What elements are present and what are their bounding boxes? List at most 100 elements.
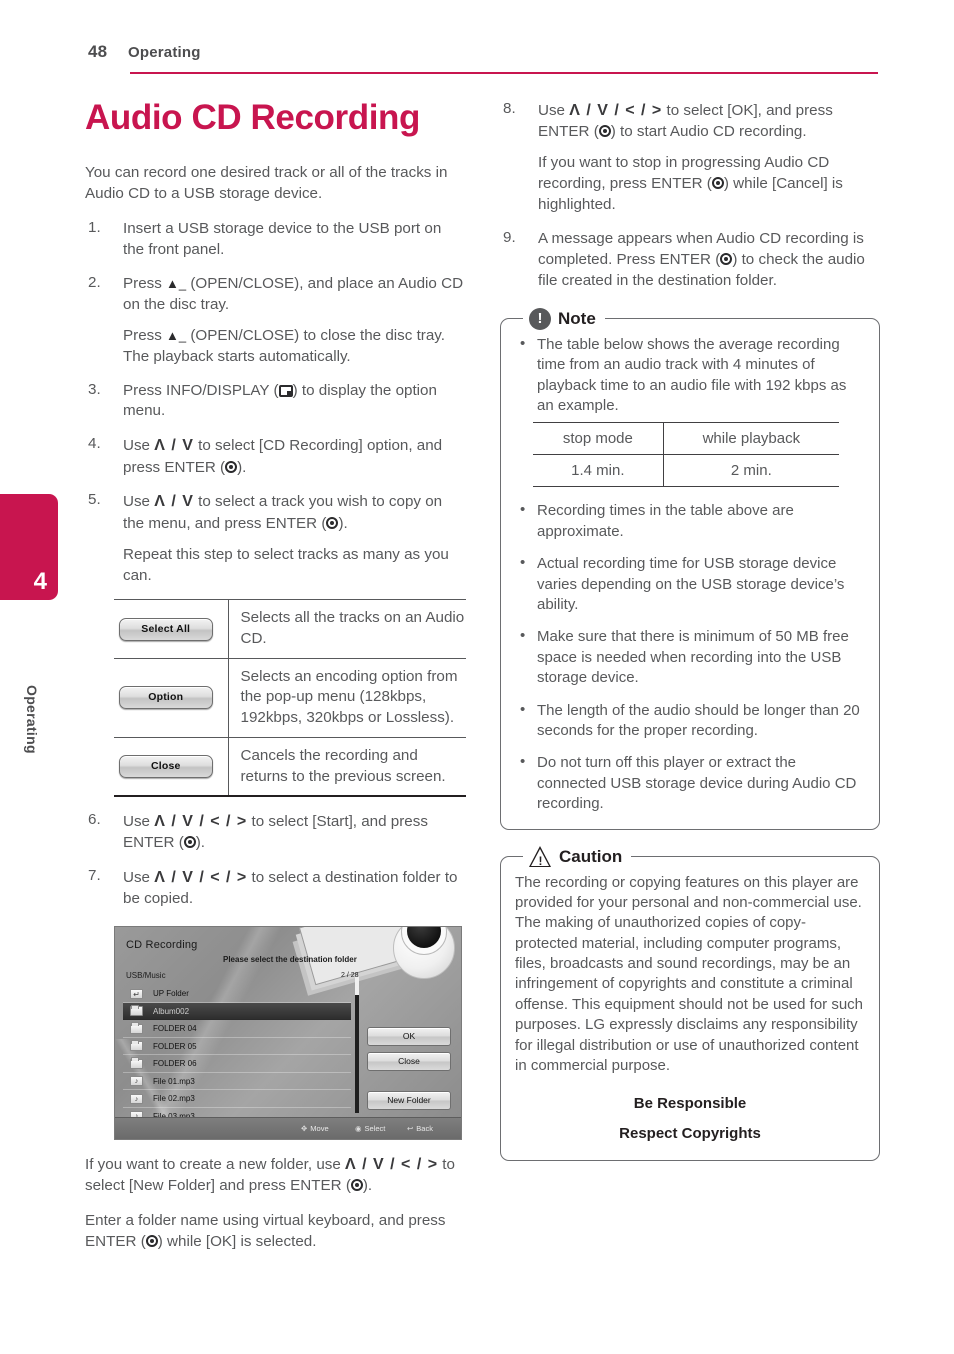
step-item: 6. Use Λ / V / < / > to select [Start], a…	[85, 811, 465, 854]
step-number: 3.	[88, 380, 101, 398]
button-cell: Option	[114, 658, 229, 738]
status-item: ✥ Move	[301, 1124, 329, 1133]
step-number: 9.	[503, 228, 516, 246]
figure-status-bar: ✥ Move ◉ Select ↩ Back	[115, 1117, 461, 1140]
step-text: Use Λ / V to select [CD Recording] optio…	[123, 437, 443, 476]
step-number: 2.	[88, 273, 101, 291]
table-cell: 2 min.	[663, 454, 839, 488]
chapter-tab-label: Operating	[24, 685, 40, 754]
caution-body: The recording or copying features on thi…	[515, 873, 864, 1075]
step-item: 2. Press ▲_ (OPEN/CLOSE), and place an Au…	[85, 274, 465, 368]
list-item-label: FOLDER 04	[153, 1024, 197, 1034]
list-item[interactable]: ↵ UP Folder	[123, 985, 351, 1003]
note-bullets-before: The table below shows the average record…	[515, 334, 865, 417]
music-file-icon: ♪	[130, 1093, 143, 1104]
dpad-keys: Λ / V / < / >	[154, 869, 248, 887]
list-item[interactable]: FOLDER 04	[123, 1020, 351, 1038]
list-item-label: File 02.mp3	[153, 1094, 195, 1104]
steps-list-left-2: 6. Use Λ / V / < / > to select [Start], a…	[85, 811, 465, 910]
intro-paragraph: You can record one desired track or all …	[85, 163, 448, 202]
figure-note-text: Enter a folder name using virtual keyboa…	[85, 1212, 446, 1251]
info-display-icon	[278, 384, 293, 397]
on-screen-button-table: Select All Selects all the tracks on an A…	[114, 599, 466, 798]
ui-button-graphic: Select All	[118, 617, 213, 641]
step-text: If you want to stop in progressing Audio…	[538, 154, 843, 213]
list-item[interactable]: ♪ File 02.mp3	[123, 1090, 351, 1108]
step-item: 5. Use Λ / V to select a track you wish t…	[85, 491, 465, 586]
eject-icon: ▲_	[166, 275, 187, 291]
header-rule	[130, 72, 878, 74]
left-column: Audio CD Recording You can record one de…	[85, 98, 466, 1267]
figure-subtitle: Please select the destination folder	[223, 955, 357, 965]
figure-button-group: OK Close New Folder	[367, 1027, 451, 1116]
button-cell: Select All	[114, 599, 229, 659]
step-text: A message appears when Audio CD recordin…	[538, 229, 865, 289]
recording-time-table: stop mode while playback 1.4 min. 2 min.	[533, 422, 839, 488]
table-row: Option Selects an encoding option from th…	[114, 658, 466, 738]
list-item[interactable]: FOLDER 06	[123, 1055, 351, 1073]
table-cell: 1.4 min.	[533, 454, 664, 488]
list-item[interactable]: Album002	[123, 1002, 351, 1021]
list-item-label: FOLDER 06	[153, 1059, 197, 1069]
figure-button-ok[interactable]: OK	[367, 1027, 451, 1047]
dpad-keys: Λ / V / < / >	[154, 813, 248, 831]
step-text: Use Λ / V / < / > to select [Start], and…	[123, 813, 428, 852]
page-number: 48	[88, 42, 108, 61]
figure-path: USB/Music	[126, 971, 166, 981]
list-item-label: Album002	[153, 1006, 190, 1016]
page-header: 48 Operating	[0, 42, 954, 82]
list-item-label: File 01.mp3	[153, 1076, 195, 1086]
right-column: 8. Use Λ / V / < / > to select [OK], and …	[500, 100, 880, 1177]
enter-icon	[326, 516, 339, 529]
step-number: 5.	[88, 491, 101, 509]
bullet-item: Recording times in the table above are a…	[515, 500, 865, 542]
status-item: ↩ Back	[407, 1124, 433, 1133]
figure-button-new-folder[interactable]: New Folder	[367, 1091, 451, 1111]
chapter-title: Operating	[128, 44, 201, 61]
figure-scrollbar-thumb[interactable]	[355, 977, 359, 996]
step-item: 1. Insert a USB storage device to the USB…	[85, 219, 465, 261]
status-item: ◉ Select	[355, 1124, 385, 1133]
caution-label: Caution	[559, 846, 623, 866]
folder-icon	[130, 1057, 143, 1069]
note-box: ! Note The table below shows the average…	[500, 305, 880, 830]
page-title: Audio CD Recording	[85, 98, 421, 137]
table-row: Select All Selects all the tracks on an A…	[114, 599, 466, 659]
step-number: 8.	[503, 100, 516, 117]
list-item[interactable]: ♪ File 01.mp3	[123, 1073, 351, 1091]
ui-button-graphic: Close	[118, 754, 213, 779]
step-number: 7.	[88, 867, 101, 885]
bullet-item: The length of the audio should be longer…	[515, 700, 865, 742]
bullet-item: Do not turn off this player or extract t…	[515, 752, 865, 814]
folder-icon	[130, 1039, 143, 1052]
step-text: Use Λ / V / < / > to select a destinatio…	[123, 869, 458, 908]
step-text: Insert a USB storage device to the USB p…	[123, 219, 442, 258]
dpad-icon: ✥	[301, 1124, 308, 1134]
status-label: Back	[416, 1124, 433, 1134]
figure-title: CD Recording	[126, 939, 198, 952]
button-description: Selects all the tracks on an Audio CD.	[228, 599, 466, 659]
caution-box-header: ! Caution	[523, 843, 632, 870]
enter-icon	[711, 177, 724, 190]
list-item[interactable]: FOLDER 05	[123, 1038, 351, 1056]
eject-icon: ▲_	[166, 327, 187, 343]
enter-icon	[225, 460, 238, 473]
return-icon: ↩	[407, 1124, 414, 1134]
warning-triangle-icon: !	[529, 846, 552, 868]
figure-scrollbar-track[interactable]	[355, 977, 359, 1114]
dpad-keys: Λ / V / < / >	[569, 102, 663, 119]
table-row: Close Cancels the recording and returns t…	[114, 737, 466, 798]
bullet-item: The table below shows the average record…	[515, 334, 865, 417]
folder-icon	[130, 1004, 143, 1017]
step-text: Press INFO/DISPLAY () to display the opt…	[123, 381, 437, 420]
list-item-label: UP Folder	[153, 989, 189, 999]
figure-file-list[interactable]: ↵ UP Folder Album002 FOLDER 04 FOLDER 05 FOLD…	[123, 985, 351, 1126]
step-text: Use Λ / V to select a track you wish to …	[123, 493, 443, 532]
step-number: 6.	[88, 811, 101, 829]
exclamation-circle-icon: !	[529, 307, 551, 330]
music-file-icon: ♪	[130, 1076, 143, 1087]
ui-button-graphic: Option	[118, 686, 213, 710]
button-description: Cancels the recording and returns to the…	[228, 737, 466, 798]
figure-button-close[interactable]: Close	[367, 1052, 451, 1072]
chapter-tab: 4	[0, 494, 58, 600]
